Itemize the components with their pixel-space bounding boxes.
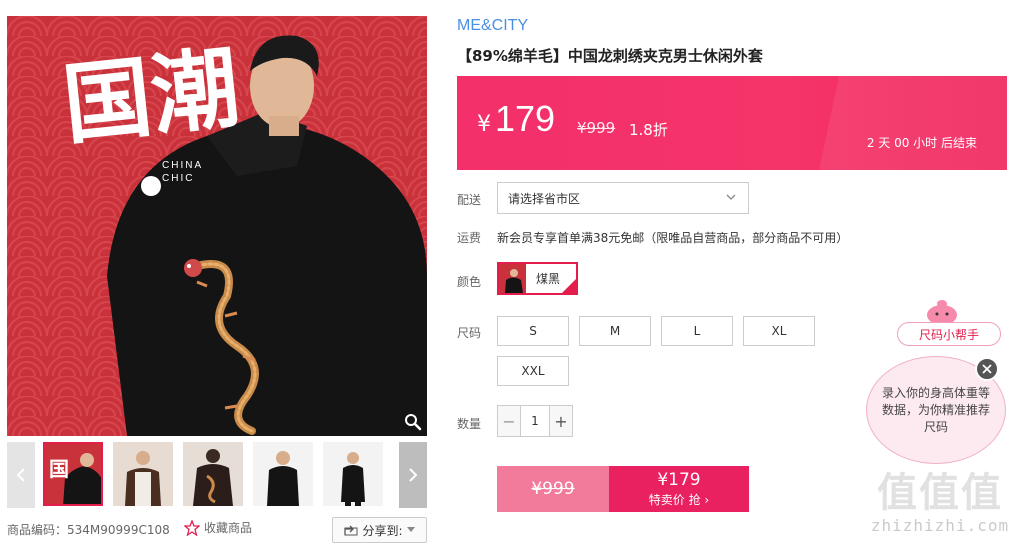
buy-now-section[interactable]: ¥179 特卖价 抢 › <box>609 466 749 512</box>
currency-symbol: ¥ <box>477 112 491 137</box>
chevron-left-icon <box>16 468 25 482</box>
thumbnail-3[interactable] <box>183 442 243 506</box>
shipping-label: 配送 <box>457 193 482 207</box>
color-swatch-image <box>499 264 526 293</box>
color-option-selected[interactable]: 煤黑 <box>497 262 578 295</box>
thumbnail-next-button[interactable] <box>399 442 427 508</box>
price-banner: ¥ 179 ¥999 1.8折 2 天 00 小时 后结束 <box>457 76 1007 170</box>
main-product-image[interactable]: 国潮 CHINA CHIC <box>7 16 427 436</box>
color-label: 颜色 <box>457 275 482 289</box>
watermark-logo: 值值值 <box>877 470 1003 516</box>
share-icon <box>344 525 358 536</box>
caret-down-icon <box>406 527 415 532</box>
size-label: 尺码 <box>457 326 482 340</box>
thumbnail-2[interactable] <box>113 442 173 506</box>
thumbnail-prev-button[interactable] <box>7 442 35 508</box>
size-helper-close-button[interactable] <box>975 357 999 381</box>
watermark-url: zhizhizhi.com <box>870 516 1010 535</box>
chic-text: CHIC <box>162 173 194 184</box>
brand-link[interactable]: ME&CITY <box>457 17 528 35</box>
share-label: 分享到: <box>362 523 403 538</box>
freight-text: 新会员专享首单满38元免邮（限唯品自营商品，部分商品不可用） <box>497 231 849 245</box>
shipping-placeholder: 请选择省市区 <box>508 191 581 206</box>
size-option-s[interactable]: S <box>497 316 569 346</box>
thumbnail-4[interactable] <box>253 442 313 506</box>
buy-button[interactable]: ¥999 ¥179 特卖价 抢 › <box>497 466 749 512</box>
share-button[interactable]: 分享到: <box>332 517 427 543</box>
shipping-region-select[interactable]: 请选择省市区 <box>497 182 749 214</box>
sku-code: 商品编码：534M90999C108 <box>7 521 170 538</box>
sku-label: 商品编码： <box>7 523 68 537</box>
size-helper-text: 录入你的身高体重等数据，为你精准推荐尺码 <box>881 385 990 434</box>
buy-original-price: ¥999 <box>497 466 609 512</box>
quantity-label: 数量 <box>457 417 482 431</box>
discount-label: 1.8折 <box>629 121 668 139</box>
close-icon <box>982 364 992 374</box>
buy-sale-price: ¥179 <box>657 470 701 490</box>
zoom-icon[interactable] <box>403 412 423 432</box>
size-option-l[interactable]: L <box>661 316 733 346</box>
original-price: ¥999 <box>577 119 616 137</box>
buy-cta-label: 特卖价 抢 › <box>648 493 710 507</box>
calligraphy-guo: 国潮 <box>58 35 244 157</box>
chevron-down-icon <box>726 194 736 200</box>
countdown-timer: 2 天 00 小时 后结束 <box>866 136 977 150</box>
product-title: 【89%绵羊毛】中国龙刺绣夹克男士休闲外套 <box>457 47 763 65</box>
watermark: 值值值 zhizhizhi.com <box>870 470 1010 535</box>
freight-label: 运费 <box>457 231 482 245</box>
size-option-xl[interactable]: XL <box>743 316 815 346</box>
quantity-stepper: − 1 + <box>497 405 573 437</box>
current-price: ¥ 179 <box>477 98 555 140</box>
favorite-button[interactable]: 收藏商品 <box>184 519 252 536</box>
price-value: 179 <box>495 98 556 139</box>
color-name: 煤黑 <box>536 272 561 286</box>
favorite-label: 收藏商品 <box>204 521 253 535</box>
size-helper-button[interactable]: 尺码小帮手 <box>897 322 1001 346</box>
thumbnail-5[interactable] <box>323 442 383 506</box>
star-icon <box>184 519 200 536</box>
thumbnail-strip: 国 <box>7 442 427 508</box>
quantity-increase-button[interactable]: + <box>550 406 572 436</box>
quantity-value[interactable]: 1 <box>520 406 550 436</box>
size-option-xxl[interactable]: XXL <box>497 356 569 386</box>
svg-text:国: 国 <box>49 457 69 481</box>
quantity-decrease-button[interactable]: − <box>498 406 520 436</box>
banner-decoration <box>819 76 1007 170</box>
chevron-right-icon <box>409 468 418 482</box>
sku-value: 534M90999C108 <box>67 523 170 537</box>
china-text: CHINA <box>162 160 203 171</box>
size-option-m[interactable]: M <box>579 316 651 346</box>
selected-check-icon <box>562 279 576 293</box>
thumbnail-1[interactable]: 国 <box>43 442 103 506</box>
